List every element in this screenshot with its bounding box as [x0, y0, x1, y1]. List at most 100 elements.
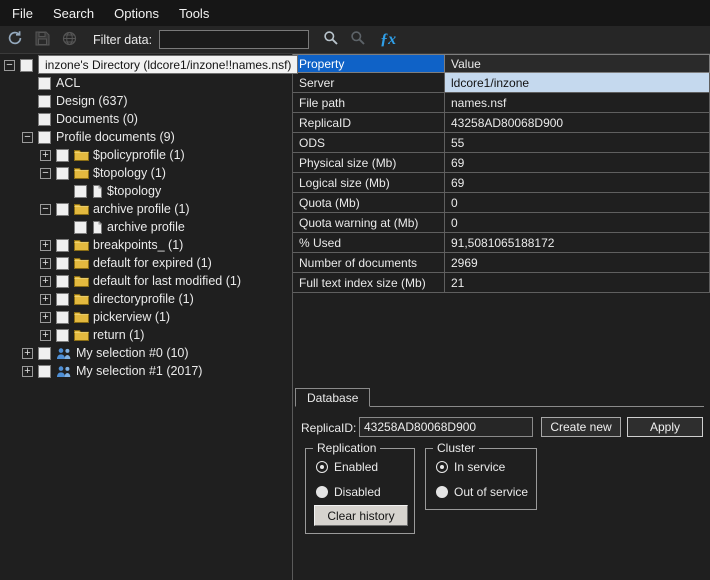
tree-checkbox[interactable]: [56, 149, 69, 162]
expand-icon[interactable]: +: [40, 258, 51, 269]
radio-out-of-service[interactable]: Out of service: [436, 485, 536, 499]
tree-checkbox[interactable]: [38, 365, 51, 378]
tree-item-label: $topology: [107, 184, 161, 198]
tree-item[interactable]: Design (637): [0, 92, 292, 110]
tree-checkbox[interactable]: [56, 239, 69, 252]
property-row[interactable]: % Used91,5081065188172: [293, 233, 710, 253]
refresh-button[interactable]: [3, 29, 27, 51]
tree-item[interactable]: − archive profile (1): [0, 200, 292, 218]
search-dim-icon: [350, 30, 366, 49]
tree-checkbox[interactable]: [38, 347, 51, 360]
property-row[interactable]: Physical size (Mb)69: [293, 153, 710, 173]
web-button[interactable]: [57, 29, 81, 51]
property-row[interactable]: ODS55: [293, 133, 710, 153]
tree-item[interactable]: −Profile documents (9): [0, 128, 292, 146]
replication-groupbox-title: Replication: [313, 441, 380, 455]
create-new-button[interactable]: Create new: [541, 417, 621, 437]
tree-item[interactable]: Documents (0): [0, 110, 292, 128]
save-button[interactable]: [30, 29, 54, 51]
tree-item[interactable]: +My selection #1 (2017): [0, 362, 292, 380]
tree-panel: − ACL Design (637)Documents (0)−Profile do…: [0, 54, 292, 580]
property-row[interactable]: Quota (Mb)0: [293, 193, 710, 213]
replica-id-input[interactable]: [359, 417, 533, 437]
tree-item[interactable]: +default for expired (1): [0, 254, 292, 272]
radio-in-service-label: In service: [454, 460, 505, 474]
clear-history-button[interactable]: Clear history: [314, 505, 408, 526]
tree-item[interactable]: + return (1): [0, 326, 292, 344]
folder-icon: [74, 167, 89, 179]
tree-checkbox[interactable]: [38, 95, 51, 108]
tree-item[interactable]: +default for last modified (1): [0, 272, 292, 290]
radio-disabled[interactable]: Disabled: [316, 485, 414, 499]
people-icon: [56, 347, 72, 360]
value-column-header[interactable]: Value: [445, 54, 710, 73]
collapse-icon[interactable]: −: [40, 204, 51, 215]
radio-enabled[interactable]: Enabled: [316, 460, 414, 474]
collapse-icon[interactable]: −: [22, 132, 33, 143]
property-row[interactable]: File pathnames.nsf: [293, 93, 710, 113]
expand-icon[interactable]: +: [40, 294, 51, 305]
tree-checkbox[interactable]: [38, 113, 51, 126]
tree-item-label: archive profile (1): [93, 202, 190, 216]
tree-item[interactable]: +breakpoints_ (1): [0, 236, 292, 254]
tree-checkbox[interactable]: [56, 329, 69, 342]
tree-checkbox[interactable]: [20, 59, 33, 72]
expand-icon[interactable]: +: [40, 150, 51, 161]
tree-item[interactable]: archive profile: [0, 218, 292, 236]
property-row[interactable]: Full text index size (Mb)21: [293, 273, 710, 293]
property-row[interactable]: Quota warning at (Mb)0: [293, 213, 710, 233]
expand-icon[interactable]: +: [22, 366, 33, 377]
tree-item[interactable]: + $policyprofile (1): [0, 146, 292, 164]
collapse-icon[interactable]: −: [4, 60, 15, 71]
tree-item[interactable]: + pickerview (1): [0, 308, 292, 326]
property-rows: Serverldcore1/inzoneFile pathnames.nsfRe…: [293, 73, 710, 293]
menu-file[interactable]: File: [2, 1, 43, 26]
tree-item-label: $policyprofile (1): [93, 148, 185, 162]
folder-icon: [74, 239, 89, 251]
menu-options[interactable]: Options: [104, 1, 169, 26]
tree-checkbox[interactable]: [74, 221, 87, 234]
tree-item[interactable]: −$topology (1): [0, 164, 292, 182]
tree-item[interactable]: ACL: [0, 74, 292, 92]
tree-checkbox[interactable]: [56, 293, 69, 306]
refresh-icon: [7, 30, 23, 49]
toolbar: Filter data: ƒx: [0, 26, 710, 54]
property-row[interactable]: Number of documents2969: [293, 253, 710, 273]
formula-button[interactable]: ƒx: [380, 31, 396, 49]
tree-checkbox[interactable]: [56, 275, 69, 288]
tree-checkbox[interactable]: [56, 311, 69, 324]
replica-id-label: ReplicaID:: [301, 421, 356, 435]
tree-checkbox[interactable]: [74, 185, 87, 198]
tree-checkbox[interactable]: [56, 167, 69, 180]
search-button[interactable]: [319, 29, 343, 51]
tree-item[interactable]: +directoryprofile (1): [0, 290, 292, 308]
property-row[interactable]: ReplicaID43258AD80068D900: [293, 113, 710, 133]
expand-icon[interactable]: +: [40, 312, 51, 323]
collapse-icon[interactable]: −: [40, 168, 51, 179]
tree-checkbox[interactable]: [56, 257, 69, 270]
apply-button[interactable]: Apply: [627, 417, 703, 437]
tree-item-label: return (1): [93, 328, 144, 342]
filter-input[interactable]: [159, 30, 309, 49]
radio-in-service[interactable]: In service: [436, 460, 536, 474]
tree-item-label: pickerview (1): [93, 310, 170, 324]
tree-checkbox[interactable]: [56, 203, 69, 216]
tree-item[interactable]: +My selection #0 (10): [0, 344, 292, 362]
tree-item[interactable]: $topology: [0, 182, 292, 200]
property-value-cell: 69: [445, 173, 710, 193]
expand-icon[interactable]: +: [40, 330, 51, 341]
cluster-groupbox: Cluster In service Out of service: [425, 448, 537, 510]
search-next-button[interactable]: [346, 29, 370, 51]
expand-icon[interactable]: +: [22, 348, 33, 359]
menu-search[interactable]: Search: [43, 1, 104, 26]
tree-checkbox[interactable]: [38, 131, 51, 144]
expand-icon[interactable]: +: [40, 276, 51, 287]
menu-tools[interactable]: Tools: [169, 1, 219, 26]
tab-database[interactable]: Database: [295, 388, 370, 407]
tree-item-label: ACL: [56, 76, 80, 90]
property-row[interactable]: Logical size (Mb)69: [293, 173, 710, 193]
tree-checkbox[interactable]: [38, 77, 51, 90]
property-column-header[interactable]: Property: [293, 54, 445, 73]
expand-icon[interactable]: +: [40, 240, 51, 251]
property-row[interactable]: Serverldcore1/inzone: [293, 73, 710, 93]
